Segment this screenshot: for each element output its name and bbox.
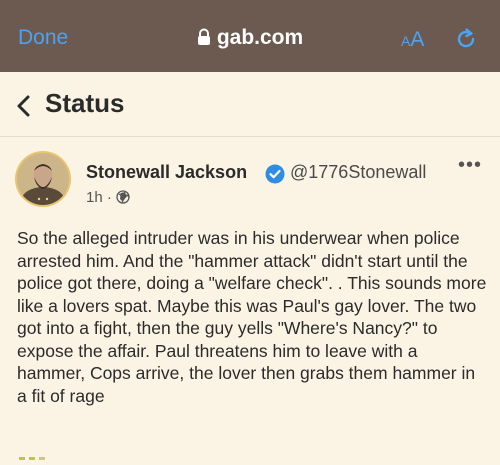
avatar[interactable] <box>17 153 69 205</box>
post-meta: 1h · <box>86 189 130 208</box>
globe-icon <box>116 190 130 208</box>
reload-icon[interactable] <box>454 27 478 56</box>
next-element-peek <box>17 447 77 460</box>
page-header: Status <box>0 72 500 137</box>
text-size-large-glyph: A <box>410 28 425 51</box>
ellipsis-icon[interactable]: ••• <box>458 154 482 177</box>
address-bar[interactable]: gab.com <box>0 26 500 52</box>
lock-icon <box>197 28 211 52</box>
browser-toolbar: Done gab.com AA <box>0 0 500 72</box>
text-size-small-glyph: A <box>401 33 411 49</box>
meta-separator: · <box>106 189 112 206</box>
chevron-left-icon[interactable] <box>14 94 34 123</box>
verified-badge-icon <box>265 164 285 189</box>
author-name[interactable]: Stonewall Jackson <box>86 162 247 183</box>
text-size-button[interactable]: AA <box>401 28 424 52</box>
url-text: gab.com <box>216 26 304 49</box>
author-handle[interactable]: @1776Stonewall <box>290 162 426 183</box>
post-age[interactable]: 1h <box>86 189 103 206</box>
page-title: Status <box>45 88 125 118</box>
post-body: So the alleged intruder was in his under… <box>17 228 487 406</box>
